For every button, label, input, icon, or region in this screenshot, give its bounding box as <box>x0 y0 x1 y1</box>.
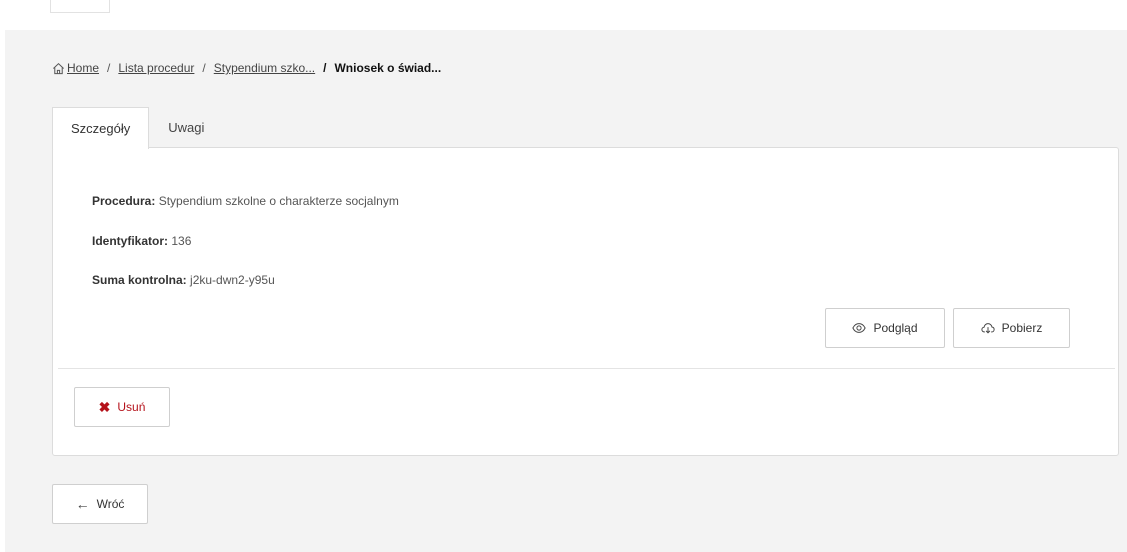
delete-button[interactable]: ✖ Usuń <box>74 387 170 427</box>
cloud-download-icon <box>981 321 995 335</box>
top-header <box>0 0 1127 30</box>
eye-icon <box>852 321 867 335</box>
details-card: Procedura: Stypendium szkolne o charakte… <box>52 147 1119 456</box>
tab-notes[interactable]: Uwagi <box>149 107 223 148</box>
breadcrumb-separator: / <box>323 61 327 75</box>
arrow-left-icon: ← <box>75 496 90 512</box>
checksum-value: j2ku-dwn2-y95u <box>190 273 275 287</box>
procedure-value: Stypendium szkolne o charakterze socjaln… <box>158 194 399 208</box>
breadcrumb-current: Wniosek o świad... <box>334 61 442 75</box>
delete-label: Usuń <box>117 400 146 414</box>
header-tab-fragment <box>50 0 110 13</box>
download-button[interactable]: Pobierz <box>953 308 1070 348</box>
tab-bar: Szczegóły Uwagi <box>52 107 223 149</box>
preview-label: Podgląd <box>873 321 918 335</box>
checksum-row: Suma kontrolna: j2ku-dwn2-y95u <box>92 273 275 287</box>
breadcrumb-separator: / <box>107 61 111 75</box>
checksum-label: Suma kontrolna: <box>92 273 187 287</box>
breadcrumb-procedure-link[interactable]: Stypendium szko... <box>214 61 315 75</box>
back-button[interactable]: ← Wróć <box>52 484 148 524</box>
preview-button[interactable]: Podgląd <box>825 308 945 348</box>
breadcrumb-procedures-link[interactable]: Lista procedur <box>118 61 194 75</box>
breadcrumb-separator: / <box>202 61 206 75</box>
identifier-value: 136 <box>171 234 192 248</box>
home-icon[interactable] <box>52 62 65 75</box>
procedure-label: Procedura: <box>92 194 156 208</box>
procedure-row: Procedura: Stypendium szkolne o charakte… <box>92 194 399 208</box>
download-label: Pobierz <box>1001 321 1043 335</box>
breadcrumb: Home / Lista procedur / Stypendium szko.… <box>52 61 441 75</box>
breadcrumb-home-link[interactable]: Home <box>67 61 99 75</box>
identifier-label: Identyfikator: <box>92 234 169 248</box>
close-icon: ✖ <box>98 399 111 415</box>
back-label: Wróć <box>96 497 125 511</box>
card-divider <box>58 368 1115 369</box>
identifier-row: Identyfikator: 136 <box>92 234 191 248</box>
tab-details[interactable]: Szczegóły <box>52 107 150 149</box>
